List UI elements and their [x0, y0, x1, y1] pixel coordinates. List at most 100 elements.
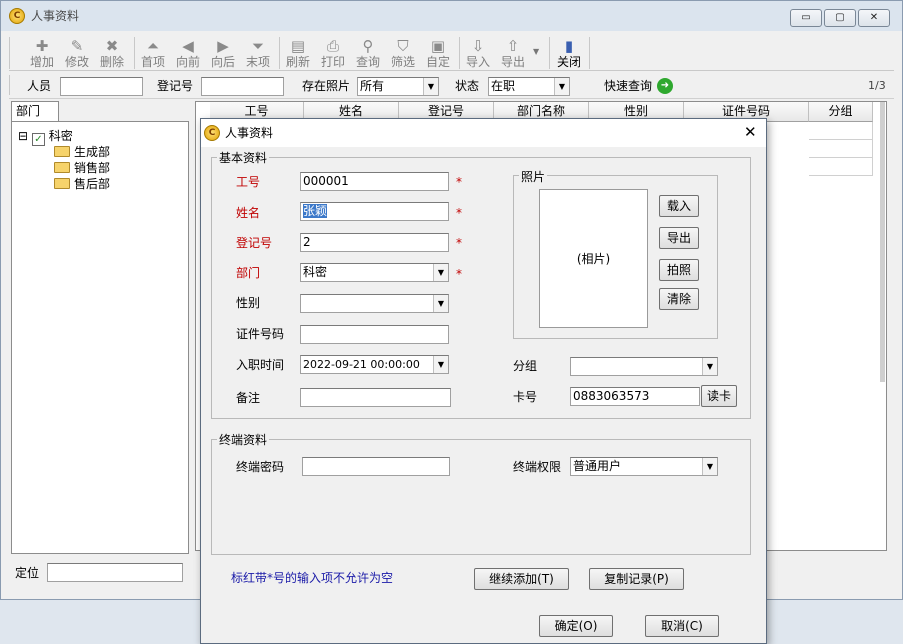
- filter-button[interactable]: ⛉ 筛选: [386, 35, 420, 71]
- photo-clear-button[interactable]: 清除: [659, 288, 699, 310]
- photo-group-title: 照片: [519, 170, 548, 184]
- first-button[interactable]: ⏶ 首项: [136, 35, 170, 71]
- custom-button[interactable]: ▣ 自定: [421, 35, 455, 71]
- print-label: 打印: [320, 55, 345, 69]
- dialog-title-bar: C 人事资料 ✕: [201, 119, 766, 147]
- tree-item[interactable]: 生成部: [54, 144, 110, 160]
- required-mark: *: [456, 175, 462, 189]
- regno-input[interactable]: [201, 77, 284, 96]
- next-button[interactable]: ▶ 向后: [206, 35, 240, 71]
- export-icon: ⇧: [506, 37, 520, 55]
- ok-button[interactable]: 确定(O): [539, 615, 613, 637]
- refresh-button[interactable]: ▤ 刷新: [281, 35, 315, 71]
- cancel-button[interactable]: 取消(C): [645, 615, 719, 637]
- toolbar-separator: [134, 37, 135, 69]
- hire-date-label: 入职时间: [236, 358, 285, 372]
- add-label: 增加: [29, 55, 54, 69]
- toolbar-separator: [279, 37, 280, 69]
- required-mark: *: [456, 236, 462, 250]
- continue-add-button[interactable]: 继续添加(T): [474, 568, 569, 590]
- export-label: 导出: [500, 55, 525, 69]
- copy-record-button[interactable]: 复制记录(P): [589, 568, 684, 590]
- required-mark: *: [456, 206, 462, 220]
- close-icon: ✕: [869, 12, 879, 23]
- print-icon: ⎙: [326, 37, 339, 55]
- emp-no-label: 工号: [236, 175, 261, 189]
- delete-button[interactable]: ✖ 删除: [95, 35, 129, 71]
- photo-load-button[interactable]: 载入: [659, 195, 699, 217]
- photo-select-value: 所有: [360, 79, 385, 93]
- column-header[interactable]: 分组: [809, 102, 873, 122]
- query-label: 查询: [355, 55, 380, 69]
- name-input-value: 张颖: [303, 204, 328, 218]
- tree-item-label: 销售部: [74, 161, 111, 175]
- emp-no-input[interactable]: 000001: [300, 172, 449, 191]
- dialog-close-icon[interactable]: ✕: [744, 123, 757, 141]
- terminal-permission-select[interactable]: 普通用户 ▼: [570, 457, 718, 476]
- tab-department[interactable]: 部门: [11, 101, 59, 121]
- personnel-dialog: C 人事资料 ✕ 基本资料 工号 000001 * 姓名 张颖 * 登记号 2 …: [200, 118, 767, 644]
- status-select[interactable]: 在职 ▼: [488, 77, 570, 96]
- card-input[interactable]: 0883063573: [570, 387, 700, 406]
- print-button[interactable]: ⎙ 打印: [316, 35, 350, 71]
- minimize-button[interactable]: ▭: [790, 9, 822, 27]
- folder-icon: [54, 146, 70, 157]
- prev-button[interactable]: ◀ 向前: [171, 35, 205, 71]
- query-icon: ⚲: [362, 37, 374, 55]
- id-label: 证件号码: [236, 327, 285, 341]
- refresh-icon: ▤: [290, 37, 306, 55]
- photo-capture-button[interactable]: 拍照: [659, 259, 699, 281]
- tree-item[interactable]: 销售部: [54, 160, 110, 176]
- minimize-icon: ▭: [801, 12, 811, 23]
- grid-cell[interactable]: [809, 140, 873, 158]
- required-mark: *: [456, 267, 462, 281]
- query-button[interactable]: ⚲ 查询: [351, 35, 385, 71]
- export-button[interactable]: ⇧ 导出: [496, 35, 530, 71]
- regno-input[interactable]: 2: [300, 233, 449, 252]
- checkbox-icon[interactable]: ✓: [31, 133, 45, 146]
- vertical-scrollbar[interactable]: [880, 102, 885, 382]
- chevron-down-icon: ▼: [433, 356, 448, 373]
- remark-input[interactable]: [300, 388, 451, 407]
- maximize-icon: ▢: [835, 12, 845, 23]
- terminal-password-input[interactable]: [302, 457, 450, 476]
- grid-cell[interactable]: [809, 158, 873, 176]
- close-window-button[interactable]: ▮ 关闭: [552, 35, 586, 71]
- add-button[interactable]: ✚ 增加: [25, 35, 59, 71]
- last-icon: ⏷: [251, 37, 264, 55]
- edit-button[interactable]: ✎ 修改: [60, 35, 94, 71]
- title-bar: C 人事资料 ▭ ▢ ✕: [1, 1, 902, 31]
- required-hint: 标红带*号的输入项不允许为空: [231, 571, 394, 585]
- locate-input[interactable]: [47, 563, 183, 582]
- toolbar: ✚ 增加 ✎ 修改 ✖ 删除 ⏶ 首项 ◀ 向前 ▶ 向后 ⏷ 末项 ▤ 刷新 ⎙ 打印 ⚲ 查询 …: [9, 33, 894, 71]
- import-label: 导入: [465, 55, 490, 69]
- filter-icon: ⛉: [397, 37, 409, 55]
- id-input[interactable]: [300, 325, 449, 344]
- name-input[interactable]: 张颖: [300, 202, 449, 221]
- page-indicator: 1/3: [868, 79, 886, 92]
- regno-label: 登记号: [157, 79, 194, 93]
- edit-icon: ✎: [70, 37, 84, 55]
- dept-select[interactable]: 科密 ▼: [300, 263, 449, 282]
- hire-date-picker[interactable]: 2022-09-21 00:00:00 ▼: [300, 355, 449, 374]
- toolbar-separator: [549, 37, 550, 69]
- plus-icon: ✚: [35, 37, 49, 55]
- tree-item[interactable]: 售后部: [54, 176, 110, 192]
- export-dropdown-icon[interactable]: ▼: [533, 47, 539, 56]
- photo-export-button[interactable]: 导出: [659, 227, 699, 249]
- read-card-button[interactable]: 读卡: [701, 385, 737, 407]
- locate-label: 定位: [15, 566, 40, 580]
- import-button[interactable]: ⇩ 导入: [461, 35, 495, 71]
- tree-collapse-icon[interactable]: ⊟: [18, 129, 28, 143]
- maximize-button[interactable]: ▢: [824, 9, 856, 27]
- quick-query-go-icon[interactable]: ➜: [657, 78, 673, 94]
- grid-cell[interactable]: [809, 122, 873, 140]
- group-select[interactable]: ▼: [570, 357, 718, 376]
- photo-select[interactable]: 所有 ▼: [357, 77, 439, 96]
- close-button[interactable]: ✕: [858, 9, 890, 27]
- regno-label: 登记号: [236, 236, 273, 250]
- first-icon: ⏶: [146, 37, 159, 55]
- gender-select[interactable]: ▼: [300, 294, 449, 313]
- last-button[interactable]: ⏷ 末项: [241, 35, 275, 71]
- person-input[interactable]: [60, 77, 143, 96]
